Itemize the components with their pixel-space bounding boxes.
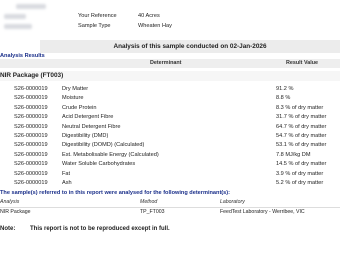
- determinant: Digestibility (DOMD) (Calculated): [62, 142, 145, 149]
- determinant: Est. Metabolisable Energy (Calculated): [62, 151, 159, 158]
- sample-id: S26-0000019: [14, 161, 48, 168]
- sample-id: S26-0000019: [14, 151, 48, 158]
- determinant: Fat: [62, 170, 71, 177]
- redacted-header-line: [16, 4, 46, 9]
- header-result-value: Result Value: [286, 60, 319, 66]
- header-determinant: Determinant: [150, 60, 182, 66]
- table-row: S26-0000019 Acid Detergent Fibre 31.7 % …: [0, 113, 340, 122]
- sample-id: S26-0000019: [14, 123, 48, 130]
- sample-id: S26-0000019: [14, 142, 48, 149]
- package-row: NIR Package (FT003): [0, 71, 340, 81]
- determinant: Ash: [62, 179, 72, 186]
- redacted-header-line: [4, 14, 26, 19]
- determinant: Acid Detergent Fibre: [62, 114, 114, 121]
- result-value: 8.3 % of dry matter: [276, 104, 324, 111]
- methods-section-title: The sample(s) referred to in this report…: [0, 190, 231, 196]
- table-row: S26-0000019 Water Soluble Carbohydrates …: [0, 160, 340, 169]
- sample-id: S26-0000019: [14, 114, 48, 121]
- note-text: This report is not to be reproduced exce…: [30, 226, 170, 232]
- result-value: 91.2 %: [276, 86, 294, 92]
- table-row: S26-0000019 Digestibility (DOMD) (Calcul…: [0, 141, 340, 150]
- table-row: S26-0000019 Fat 3.9 % of dry matter: [0, 170, 340, 179]
- sample-id: S26-0000019: [14, 95, 48, 102]
- determinant: Neutral Detergent Fibre: [62, 123, 121, 130]
- result-value: 7.8 MJ/kg DM: [276, 151, 311, 158]
- your-reference-value: 40 Acres: [138, 13, 160, 19]
- sample-type-label: Sample Type: [78, 23, 111, 29]
- sample-id: S26-0000019: [14, 179, 48, 186]
- methods-table-header: Analysis Method Laboratory: [0, 198, 340, 208]
- result-value: 5.2 % of dry matter: [276, 179, 324, 186]
- sample-type-value: Wheaten Hay: [138, 23, 172, 29]
- result-value: 3.9 % of dry matter: [276, 170, 324, 177]
- result-value: 14.5 % of dry matter: [276, 161, 327, 168]
- table-row: S26-0000019 Dry Matter 91.2 %: [0, 85, 340, 94]
- table-row: S26-0000019 Moisture 8.8 %: [0, 94, 340, 103]
- table-row: S26-0000019 Est. Metabolisable Energy (C…: [0, 151, 340, 160]
- results-table-header: Determinant Result Value: [0, 59, 340, 68]
- laboratory-name: FeedTest Laboratory - Werribee, VIC: [220, 209, 305, 215]
- determinant: Dry Matter: [62, 86, 89, 92]
- sample-id: S26-0000019: [14, 104, 48, 111]
- redacted-header-line: [4, 24, 32, 29]
- analysis-name: NIR Package: [0, 209, 31, 215]
- determinant: Moisture: [62, 95, 84, 102]
- determinant: Crude Protein: [62, 104, 97, 111]
- header-analysis: Analysis: [0, 199, 20, 205]
- sample-id: S26-0000019: [14, 132, 48, 139]
- result-value: 64.7 % of dry matter: [276, 123, 327, 130]
- results-rows: S26-0000019 Dry Matter 91.2 % S26-000001…: [0, 85, 340, 188]
- result-value: 31.7 % of dry matter: [276, 114, 327, 121]
- table-row: S26-0000019 Neutral Detergent Fibre 64.7…: [0, 123, 340, 132]
- sample-id: S26-0000019: [14, 170, 48, 177]
- sample-id: S26-0000019: [14, 86, 48, 92]
- table-row: S26-0000019 Ash 5.2 % of dry matter: [0, 179, 340, 188]
- determinant: Water Soluble Carbohydrates: [62, 161, 136, 168]
- determinant: Digestibility (DMD): [62, 132, 109, 139]
- table-row: S26-0000019 Digestibility (DMD) 54.7 % o…: [0, 132, 340, 141]
- result-value: 8.8 %: [276, 95, 291, 102]
- result-value: 53.1 % of dry matter: [276, 142, 327, 149]
- header-laboratory: Laboratory: [220, 199, 245, 205]
- your-reference-label: Your Reference: [78, 13, 117, 19]
- header-method: Method: [140, 199, 158, 205]
- analysis-date-banner: Analysis of this sample conducted on 02-…: [40, 40, 340, 53]
- methods-table-row: NIR Package TP_FT003 FeedTest Laboratory…: [0, 208, 340, 216]
- package-label: NIR Package (FT003): [0, 72, 64, 79]
- table-row: S26-0000019 Crude Protein 8.3 % of dry m…: [0, 104, 340, 113]
- note-label: Note:: [0, 226, 16, 232]
- method-code: TP_FT003: [140, 209, 165, 215]
- result-value: 54.7 % of dry matter: [276, 132, 327, 139]
